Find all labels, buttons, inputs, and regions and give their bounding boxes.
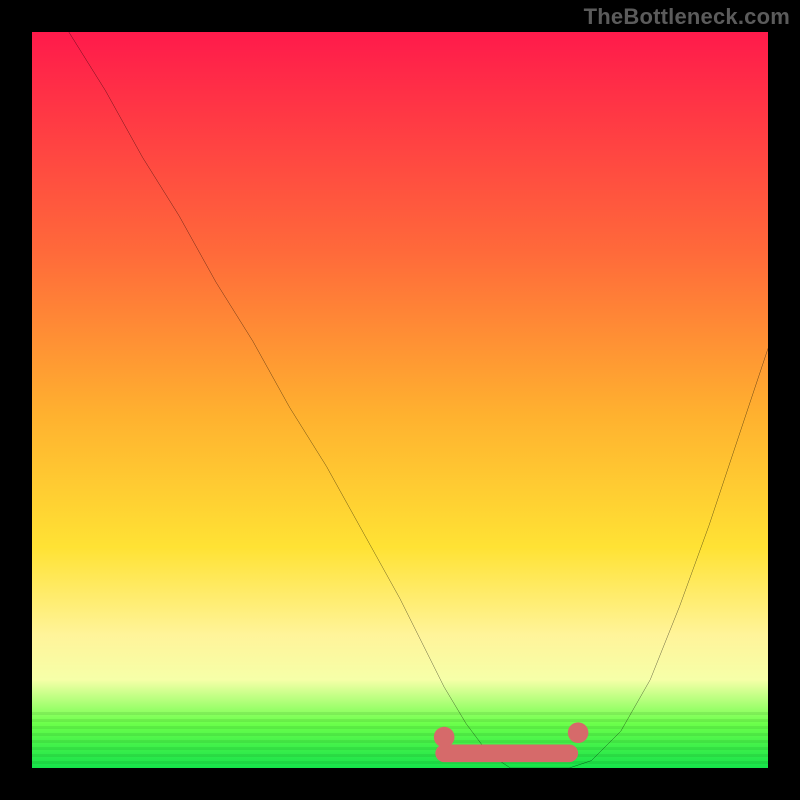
chart-frame: TheBottleneck.com (0, 0, 800, 800)
marker-end-left (434, 727, 455, 748)
bottleneck-curve (32, 32, 768, 768)
plot-area (32, 32, 768, 768)
flat-minimum-marker (434, 722, 589, 753)
marker-end-right (568, 722, 589, 743)
curve-line (69, 32, 768, 768)
curve-path-group (69, 32, 768, 768)
attribution-label: TheBottleneck.com (584, 4, 790, 30)
